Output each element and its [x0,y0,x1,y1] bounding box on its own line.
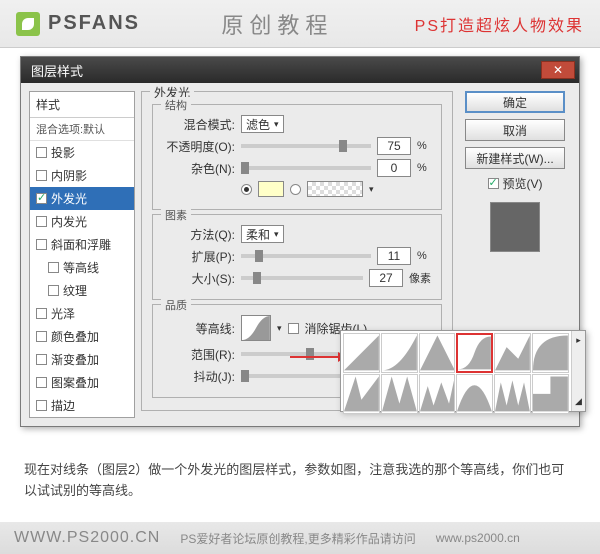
style-outer-glow[interactable]: 外发光 [30,187,134,210]
structure-label: 结构 [161,97,191,113]
elements-group: 图素 方法(Q): 柔和▾ 扩展(P): 11 % 大小(S): 27 [152,214,442,300]
dialog-titlebar[interactable]: 图层样式 ✕ [21,57,579,83]
spread-slider[interactable] [241,254,371,258]
chevron-down-icon[interactable]: ▾ [369,184,374,195]
glow-gradient-swatch[interactable] [307,181,363,197]
spread-input[interactable]: 11 [377,247,411,265]
preview-swatch [490,202,540,252]
page-footer: WWW.PS2000.CN PS爱好者论坛原创教程,更多精彩作品请访问 www.… [0,522,600,554]
checkbox[interactable] [36,147,47,158]
contour-preset[interactable] [381,374,418,414]
checkbox[interactable] [36,308,47,319]
annotation-arrow [290,356,340,358]
preview-label: 预览(V) [503,175,543,192]
contour-label: 等高线: [163,320,235,337]
footer-url: WWW.PS2000.CN [14,529,160,547]
blend-options-default[interactable]: 混合选项:默认 [30,118,134,141]
chevron-down-icon[interactable]: ▾ [277,323,282,334]
antialias-checkbox[interactable] [288,323,299,334]
tutorial-caption: 现在对线条（图层2）做一个外发光的图层样式，参数如图，注意我选的那个等高线，你们… [24,460,576,502]
size-input[interactable]: 27 [369,269,403,287]
chevron-down-icon: ▾ [274,119,279,130]
styles-list-panel: 样式 混合选项:默认 投影 内阴影 外发光 内发光 斜面和浮雕 等高线 纹理 光… [29,91,135,418]
style-inner-shadow[interactable]: 内阴影 [30,164,134,187]
blend-mode-label: 混合模式: [163,116,235,133]
contour-preset-selected[interactable] [456,333,493,373]
elements-label: 图素 [161,207,191,223]
style-pattern-overlay[interactable]: 图案叠加 [30,371,134,394]
blend-mode-select[interactable]: 滤色▾ [241,115,284,133]
style-gradient-overlay[interactable]: 渐变叠加 [30,348,134,371]
page-banner: PSFANS 原创教程 PS打造超炫人物效果 [0,0,600,48]
style-color-overlay[interactable]: 颜色叠加 [30,325,134,348]
style-satin[interactable]: 光泽 [30,302,134,325]
spread-label: 扩展(P): [163,248,235,265]
quality-label: 品质 [161,297,191,313]
flyout-sidebar[interactable]: ▸◢ [571,331,585,411]
new-style-button[interactable]: 新建样式(W)... [465,147,565,169]
ok-button[interactable]: 确定 [465,91,565,113]
contour-preset[interactable] [343,374,380,414]
size-label: 大小(S): [163,270,235,287]
checkbox[interactable] [48,262,59,273]
checkbox[interactable] [36,193,47,204]
styles-header[interactable]: 样式 [30,92,134,118]
opacity-label: 不透明度(O): [163,138,235,155]
contour-preset[interactable] [494,333,531,373]
size-unit: 像素 [409,270,431,286]
banner-title: 原创教程 [140,8,415,40]
noise-label: 杂色(N): [163,160,235,177]
structure-group: 结构 混合模式: 滤色▾ 不透明度(O): 75 % 杂色(N): 0 [152,104,442,210]
play-icon[interactable]: ▸ [576,335,581,346]
style-inner-glow[interactable]: 内发光 [30,210,134,233]
color-radio[interactable] [241,184,252,195]
checkbox[interactable] [36,354,47,365]
noise-input[interactable]: 0 [377,159,411,177]
contour-preset[interactable] [456,374,493,414]
style-stroke[interactable]: 描边 [30,394,134,417]
dialog-title: 图层样式 [31,61,83,80]
style-bevel-emboss[interactable]: 斜面和浮雕 [30,233,134,256]
contour-preset[interactable] [381,333,418,373]
contour-preset[interactable] [532,333,569,373]
checkbox[interactable] [36,331,47,342]
chevron-down-icon: ▾ [274,229,279,240]
technique-label: 方法(Q): [163,226,235,243]
range-label: 范围(R): [163,346,235,363]
checkbox[interactable] [48,285,59,296]
contour-preset[interactable] [494,374,531,414]
contour-preset[interactable] [419,374,456,414]
close-button[interactable]: ✕ [541,61,575,79]
gradient-radio[interactable] [290,184,301,195]
style-contour[interactable]: 等高线 [30,256,134,279]
footer-text: PS爱好者论坛原创教程,更多精彩作品请访问 [180,530,415,547]
checkbox[interactable] [36,216,47,227]
logo-icon [16,12,40,36]
checkbox[interactable] [36,239,47,250]
footer-url-2: www.ps2000.cn [436,531,520,545]
jitter-label: 抖动(J): [163,368,235,385]
contour-preset[interactable] [343,333,380,373]
preview-checkbox[interactable] [488,178,499,189]
logo-text: PSFANS [48,12,140,35]
opacity-input[interactable]: 75 [377,137,411,155]
contour-preset[interactable] [532,374,569,414]
glow-color-swatch[interactable] [258,181,284,197]
resize-icon[interactable]: ◢ [575,396,582,407]
style-drop-shadow[interactable]: 投影 [30,141,134,164]
style-texture[interactable]: 纹理 [30,279,134,302]
size-slider[interactable] [241,276,363,280]
technique-select[interactable]: 柔和▾ [241,225,284,243]
cancel-button[interactable]: 取消 [465,119,565,141]
contour-preset-flyout: ▸◢ [340,330,586,412]
checkbox[interactable] [36,377,47,388]
banner-subtitle: PS打造超炫人物效果 [415,12,584,36]
noise-slider[interactable] [241,166,371,170]
contour-picker[interactable] [241,315,271,341]
opacity-slider[interactable] [241,144,371,148]
checkbox[interactable] [36,400,47,411]
checkbox[interactable] [36,170,47,181]
contour-preset[interactable] [419,333,456,373]
